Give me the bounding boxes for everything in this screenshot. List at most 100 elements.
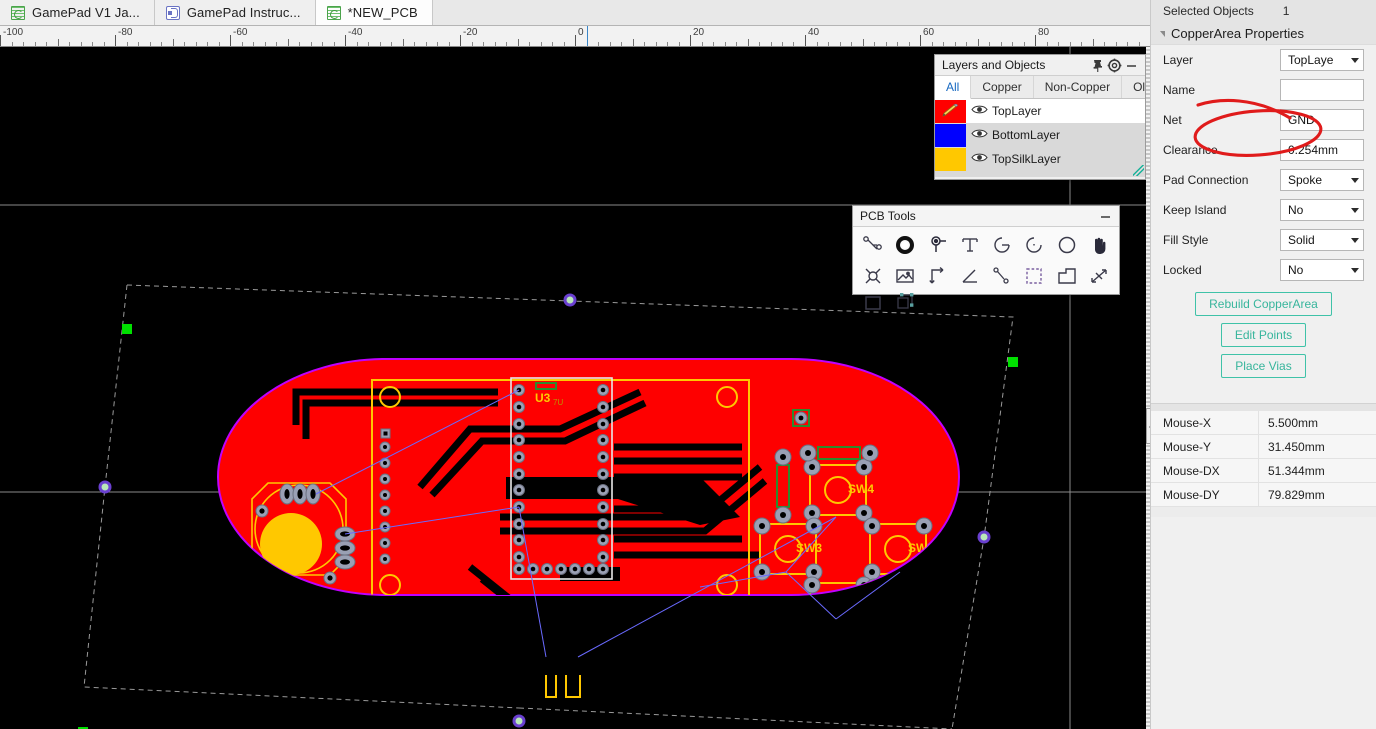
arc-center-icon[interactable] [1018,229,1050,260]
handle-mid [565,295,575,305]
minimize-icon[interactable] [1097,208,1114,225]
layers-and-objects-panel[interactable]: Layers and Objects [934,54,1146,180]
layer-row-topsilklayer[interactable]: TopSilkLayer [935,147,1145,171]
tab-gamepad-instructions[interactable]: GamePad Instruc... [155,0,316,25]
tab-new-pcb[interactable]: *NEW_PCB [316,0,433,25]
collapse-triangle-icon[interactable] [1160,31,1165,37]
fill-style-select[interactable]: Solid [1280,229,1364,251]
angle-icon[interactable] [954,260,986,291]
copper-area-icon[interactable] [1051,260,1083,291]
ruler-tick [679,42,680,46]
eye-icon[interactable] [966,152,992,166]
pan-hand-icon[interactable] [1083,229,1115,260]
ruler-tick [955,42,956,46]
pad-connection-select[interactable]: Spoke [1280,169,1364,191]
ratline-icon[interactable] [1083,260,1115,291]
edit-points-button[interactable]: Edit Points [1221,323,1306,347]
image-icon[interactable] [889,260,921,291]
layer-color-swatch[interactable] [935,100,966,123]
hole-icon[interactable] [857,260,889,291]
ruler-tick [104,42,105,46]
layers-tab-copper[interactable]: Copper [971,76,1033,98]
dimension-icon[interactable] [922,260,954,291]
ruler-tick [23,42,24,46]
resize-grip[interactable] [1133,165,1144,176]
rebuild-copperarea-button[interactable]: Rebuild CopperArea [1195,292,1332,316]
pcb-tools-panel[interactable]: PCB Tools [852,205,1120,295]
text-icon[interactable] [954,229,986,260]
keep-island-value: No [1288,203,1348,217]
place-vias-button[interactable]: Place Vias [1221,354,1305,378]
copperarea-properties-header[interactable]: CopperArea Properties [1151,22,1376,45]
tab-gamepad-v1[interactable]: GamePad V1 Ja... [0,0,155,25]
eye-icon[interactable] [966,104,992,118]
layers-tab-all[interactable]: All [935,76,971,99]
layer-row-toplayer[interactable]: TopLayer [935,99,1145,123]
property-row-net: Net GND [1151,105,1376,135]
gear-icon[interactable] [1106,57,1123,74]
ruler-tick [138,42,139,46]
mouse-x-value: 5.500mm [1259,411,1376,434]
handle-mid [514,716,524,726]
ruler-tick [81,42,82,46]
rectangle-icon[interactable] [857,291,889,315]
ruler-tick [644,42,645,46]
layer-color-swatch[interactable] [935,148,966,171]
name-input[interactable] [1280,79,1364,101]
polyline-icon[interactable] [986,260,1018,291]
eye-icon[interactable] [966,128,992,142]
mouse-x-label: Mouse-X [1151,411,1259,434]
ruler-tick [920,35,921,46]
ruler-tick [989,42,990,46]
ruler-tick [690,35,691,46]
ruler-tick [564,42,565,46]
ruler-tick [115,35,116,46]
clearance-input[interactable]: 0.254mm [1280,139,1364,161]
ruler-tick [426,42,427,46]
ruler-tick [242,42,243,46]
select-region-icon[interactable] [1018,260,1050,291]
ruler-tick [748,39,749,46]
fill-style-value: Solid [1288,233,1348,247]
ruler-tick [219,42,220,46]
ruler-tick [1104,42,1105,46]
ruler-tick [460,35,461,46]
ruler-tick [656,42,657,46]
panelize-icon[interactable] [889,291,921,315]
locked-select[interactable]: No [1280,259,1364,281]
circle-icon[interactable] [1051,229,1083,260]
rebuild-copperarea-row: Rebuild CopperArea [1151,292,1376,316]
chevron-down-icon [1351,208,1359,213]
ruler-tick [1116,42,1117,46]
pcb-tools-titlebar[interactable]: PCB Tools [853,206,1119,227]
locked-value: No [1288,263,1348,277]
pad-icon[interactable] [922,229,954,260]
selected-objects-count: 1 [1283,4,1290,18]
ruler-tick [472,42,473,46]
layer-select[interactable]: TopLaye [1280,49,1364,71]
pin-icon[interactable] [1089,57,1106,74]
properties-panel: Selected Objects 1 CopperArea Properties… [1150,0,1376,729]
ruler-tick [230,35,231,46]
table-row: Mouse-Y 31.450mm [1151,435,1376,459]
layers-panel-titlebar[interactable]: Layers and Objects [935,55,1145,76]
via-icon[interactable] [889,229,921,260]
ruler-tick [817,42,818,46]
property-label: Fill Style [1163,233,1280,247]
track-icon[interactable] [857,229,889,260]
ruler-tick [69,42,70,46]
ruler-tick [380,42,381,46]
property-row-locked: Locked No [1151,255,1376,285]
property-label: Net [1163,113,1280,127]
net-input[interactable]: GND [1280,109,1364,131]
layers-tab-non-copper[interactable]: Non-Copper [1034,76,1122,98]
pad-connection-value: Spoke [1288,173,1348,187]
arc-3point-icon[interactable] [986,229,1018,260]
minimize-icon[interactable] [1123,57,1140,74]
pcb-editor-window: GamePad V1 Ja... GamePad Instruc... *NEW… [0,0,1376,729]
keep-island-select[interactable]: No [1280,199,1364,221]
horizontal-ruler[interactable]: -100-80-60-40-20020406080100 [0,26,1150,47]
layer-row-bottomlayer[interactable]: BottomLayer [935,123,1145,147]
layer-color-swatch[interactable] [935,124,966,147]
designator-sw5: SW5 [524,647,536,671]
